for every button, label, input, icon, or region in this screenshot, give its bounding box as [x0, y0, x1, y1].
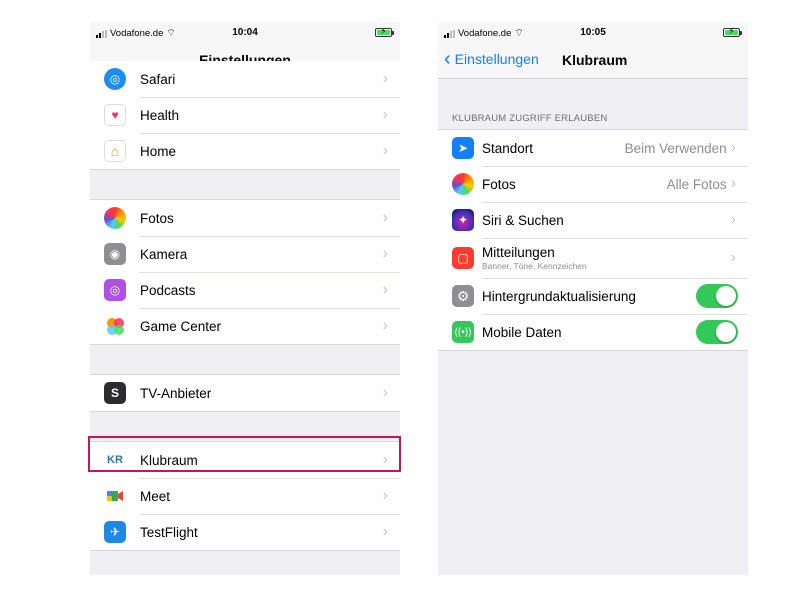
row-label: Klubraum — [140, 452, 198, 468]
permission-row-background-refresh: ⚙ Hintergrundaktualisierung — [438, 278, 748, 314]
chevron-right-icon: › — [382, 70, 388, 87]
chevron-right-icon: › — [730, 175, 736, 192]
row-label: Fotos — [140, 210, 174, 226]
klubraum-app-icon: KR — [104, 449, 126, 471]
section-header: KLUBRAUM ZUGRIFF ERLAUBEN — [452, 113, 608, 124]
photos-icon — [452, 173, 474, 195]
battery-icon: ⚡ — [723, 26, 742, 37]
background-refresh-toggle[interactable] — [696, 284, 738, 308]
safari-icon: ◎ — [104, 68, 126, 90]
row-value: Beim Verwenden — [624, 140, 727, 156]
row-label: Kamera — [140, 246, 188, 262]
chevron-right-icon: › — [382, 106, 388, 123]
row-label: Podcasts — [140, 282, 196, 298]
row-label: Standort — [482, 140, 534, 156]
row-label: TV-Anbieter — [140, 385, 212, 401]
settings-screen: Vodafone.de ⌔ 10:04 ⚡ Einstellungen ◎ Sa… — [90, 22, 400, 575]
meet-icon — [104, 485, 126, 507]
row-label: Siri & Suchen — [482, 212, 564, 228]
settings-row-testflight[interactable]: ✈ TestFlight › — [90, 514, 400, 550]
row-label: Fotos — [482, 176, 516, 192]
status-bar: Vodafone.de ⌔ 10:04 ⚡ — [90, 22, 400, 44]
photos-icon — [104, 207, 126, 229]
row-value: Alle Fotos — [666, 176, 727, 192]
settings-row-podcasts[interactable]: ◎ Podcasts › — [90, 272, 400, 308]
antenna-icon: ((•)) — [452, 321, 474, 343]
gear-icon: ⚙ — [452, 285, 474, 307]
permission-row-notifications[interactable]: ▢ Mitteilungen Banner, Töne, Kennzeichen… — [438, 238, 748, 278]
chevron-right-icon: › — [730, 139, 736, 156]
health-icon: ♥ — [104, 104, 126, 126]
settings-row-klubraum[interactable]: KR Klubraum › — [90, 442, 400, 478]
settings-row-meet[interactable]: Meet › — [90, 478, 400, 514]
permission-row-photos[interactable]: Fotos Alle Fotos › — [438, 166, 748, 202]
row-label: Hintergrundaktualisierung — [482, 288, 636, 304]
row-label: Health — [140, 107, 180, 123]
settings-row-kamera[interactable]: ◉ Kamera › — [90, 236, 400, 272]
row-label: Mitteilungen — [482, 245, 555, 260]
home-icon: ⌂ — [104, 140, 126, 162]
row-subtitle: Banner, Töne, Kennzeichen — [482, 261, 587, 271]
location-arrow-icon: ➤ — [452, 137, 474, 159]
row-label: Mobile Daten — [482, 324, 562, 340]
navigation-bar: ‹ Einstellungen Klubraum — [438, 44, 748, 79]
row-label: Safari — [140, 71, 176, 87]
status-time: 10:04 — [232, 27, 258, 38]
chevron-right-icon: › — [382, 317, 388, 334]
chevron-right-icon: › — [382, 142, 388, 159]
chevron-right-icon: › — [382, 487, 388, 504]
chevron-right-icon: › — [730, 211, 736, 228]
chevron-right-icon: › — [730, 249, 736, 266]
tv-provider-icon: S — [104, 382, 126, 404]
chevron-left-icon: ‹ — [444, 48, 451, 70]
notifications-icon: ▢ — [452, 247, 474, 269]
status-bar: Vodafone.de ⌔ 10:05 ⚡ — [438, 22, 748, 44]
back-label: Einstellungen — [454, 51, 539, 67]
game-center-icon — [104, 315, 126, 337]
row-label: Meet — [140, 488, 171, 504]
settings-row-fotos[interactable]: Fotos › — [90, 200, 400, 236]
permission-row-siri[interactable]: ✦ Siri & Suchen › — [438, 202, 748, 238]
settings-row-tv-provider[interactable]: S TV-Anbieter › — [90, 375, 400, 411]
settings-row-home[interactable]: ⌂ Home › — [90, 133, 400, 169]
camera-icon: ◉ — [104, 243, 126, 265]
chevron-right-icon: › — [382, 281, 388, 298]
chevron-right-icon: › — [382, 245, 388, 262]
battery-icon: ⚡ — [375, 26, 394, 37]
siri-icon: ✦ — [452, 209, 474, 231]
row-label: TestFlight — [140, 524, 198, 540]
row-label: Home — [140, 143, 177, 159]
settings-row-safari[interactable]: ◎ Safari › — [90, 61, 400, 97]
mobile-data-toggle[interactable] — [696, 320, 738, 344]
testflight-icon: ✈ — [104, 521, 126, 543]
settings-row-game-center[interactable]: Game Center › — [90, 308, 400, 344]
status-time: 10:05 — [580, 27, 606, 38]
klubraum-settings-screen: Vodafone.de ⌔ 10:05 ⚡ ‹ Einstellungen Kl… — [438, 22, 748, 575]
chevron-right-icon: › — [382, 209, 388, 226]
permission-row-location[interactable]: ➤ Standort Beim Verwenden › — [438, 130, 748, 166]
permission-row-mobile-data: ((•)) Mobile Daten — [438, 314, 748, 350]
chevron-right-icon: › — [382, 523, 388, 540]
back-button[interactable]: ‹ Einstellungen — [444, 48, 539, 70]
podcasts-icon: ◎ — [104, 279, 126, 301]
settings-row-health[interactable]: ♥ Health › — [90, 97, 400, 133]
page-title: Klubraum — [562, 52, 628, 68]
row-label: Game Center — [140, 318, 222, 334]
chevron-right-icon: › — [382, 451, 388, 468]
chevron-right-icon: › — [382, 384, 388, 401]
